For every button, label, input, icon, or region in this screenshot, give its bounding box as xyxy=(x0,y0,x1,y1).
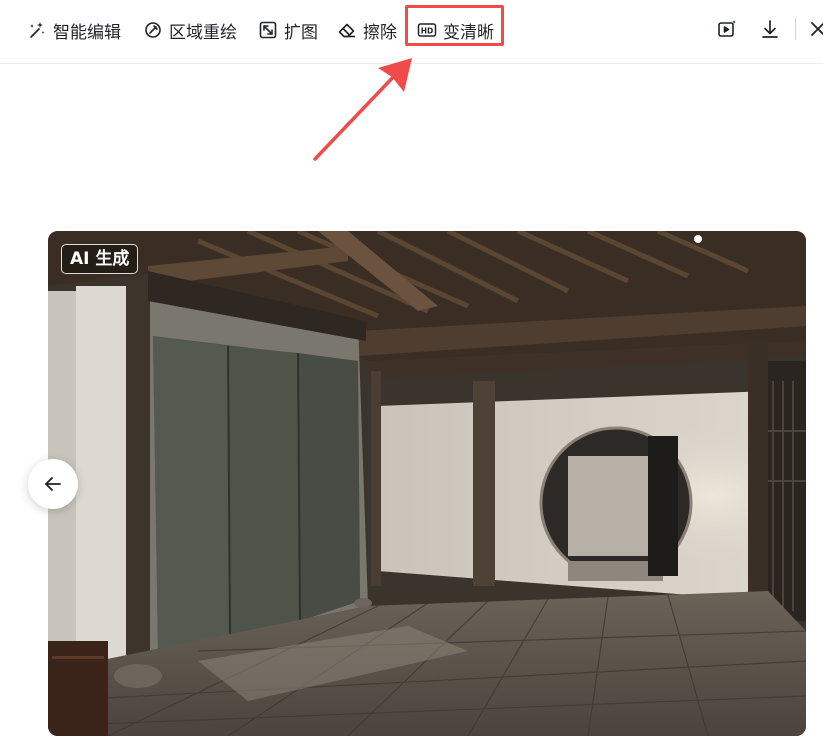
expand-icon xyxy=(259,21,277,39)
annotation-arrow xyxy=(313,58,412,161)
expand-image-button[interactable]: 扩图 xyxy=(258,14,318,46)
expand-image-label: 扩图 xyxy=(284,22,318,43)
smart-edit-label: 智能编辑 xyxy=(53,22,121,43)
erase-label: 擦除 xyxy=(363,22,397,43)
smart-edit-button[interactable]: 智能编辑 xyxy=(27,14,121,46)
erase-button[interactable]: 擦除 xyxy=(337,14,397,46)
brush-redraw-icon xyxy=(145,22,161,38)
generated-image[interactable]: AI 生成 xyxy=(48,231,806,736)
region-redraw-label: 区域重绘 xyxy=(169,22,237,43)
arrow-left-icon xyxy=(45,477,61,491)
previous-image-button[interactable] xyxy=(28,459,78,509)
region-redraw-button[interactable]: 区域重绘 xyxy=(143,14,237,46)
close-button[interactable] xyxy=(808,18,823,40)
toolbar-divider xyxy=(795,18,796,40)
close-icon xyxy=(811,22,823,36)
ai-generated-badge: AI 生成 xyxy=(61,244,139,274)
video-sparkle-icon xyxy=(718,20,736,37)
magic-wand-icon xyxy=(30,22,45,38)
highlight-box xyxy=(405,5,504,46)
video-generate-button[interactable] xyxy=(716,18,738,40)
download-button[interactable] xyxy=(759,18,781,40)
eraser-icon xyxy=(338,23,355,38)
download-icon xyxy=(762,20,778,38)
interior-scene-image xyxy=(48,231,806,736)
